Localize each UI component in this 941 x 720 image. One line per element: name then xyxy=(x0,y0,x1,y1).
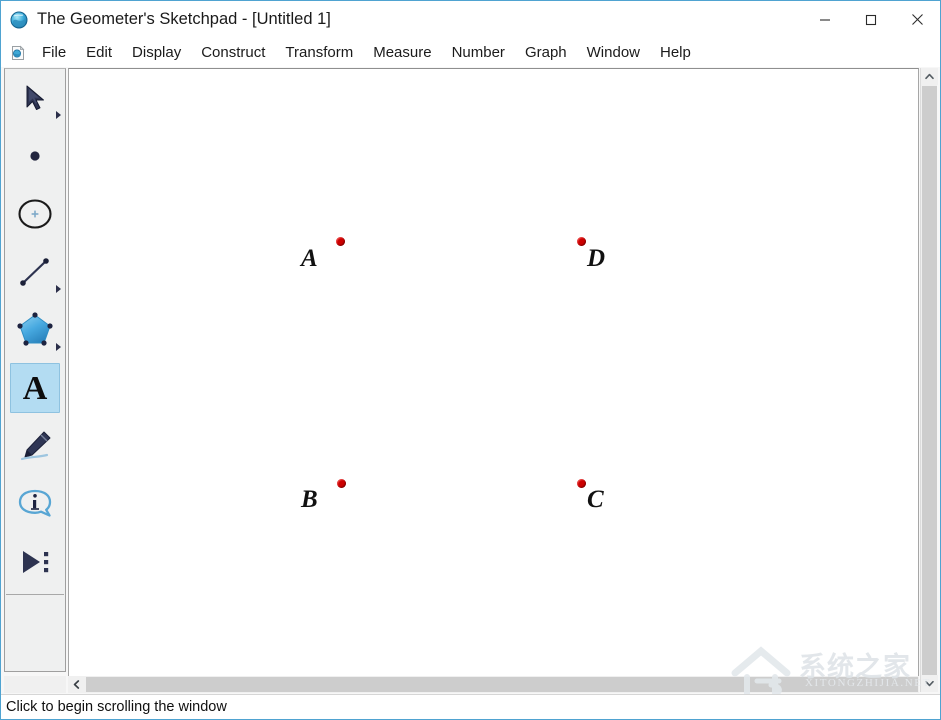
status-bar: Click to begin scrolling the window xyxy=(1,694,940,719)
maximize-button[interactable] xyxy=(848,1,894,38)
svg-text:A: A xyxy=(23,370,48,407)
sketchpad-window: The Geometer's Sketchpad - [Untitled 1] xyxy=(0,0,941,720)
toolbox-divider xyxy=(6,594,64,595)
geometry-point-d[interactable] xyxy=(577,237,586,246)
geometry-label-b[interactable]: B xyxy=(301,487,318,512)
geometry-point-c[interactable] xyxy=(577,479,586,488)
tool-polygon[interactable] xyxy=(5,301,65,359)
geometry-label-a[interactable]: A xyxy=(301,246,318,271)
menu-item-edit[interactable]: Edit xyxy=(76,41,122,65)
tool-information[interactable] xyxy=(5,475,65,533)
scroll-left-button[interactable] xyxy=(68,676,85,693)
horizontal-scroll-thumb[interactable] xyxy=(86,677,918,692)
menu-item-display[interactable]: Display xyxy=(122,41,191,65)
marker-pen-icon xyxy=(15,426,55,466)
tool-text[interactable]: A xyxy=(5,359,65,417)
tool-arrow-select[interactable] xyxy=(5,69,65,127)
menu-item-number[interactable]: Number xyxy=(442,41,515,65)
arrow-cursor-icon xyxy=(18,81,52,115)
close-icon xyxy=(911,13,924,26)
maximize-icon xyxy=(865,14,877,26)
window-title: The Geometer's Sketchpad - [Untitled 1] xyxy=(37,10,331,29)
menu-item-window[interactable]: Window xyxy=(577,41,650,65)
horizontal-scrollbar[interactable] xyxy=(68,676,919,693)
status-message: Click to begin scrolling the window xyxy=(1,699,227,715)
sketchpad-globe-icon xyxy=(10,11,28,29)
sketch-canvas[interactable]: A D B C xyxy=(68,68,919,692)
info-bubble-icon xyxy=(15,484,55,524)
vertical-scrollbar[interactable] xyxy=(920,68,937,692)
chevron-left-icon xyxy=(73,680,80,689)
polygon-tool-flyout-icon[interactable] xyxy=(56,343,61,351)
menu-item-file[interactable]: File xyxy=(32,41,76,65)
menu-bar: File Edit Display Construct Transform Me… xyxy=(1,38,940,67)
tool-marker[interactable] xyxy=(5,417,65,475)
scroll-up-button[interactable] xyxy=(921,68,938,85)
menu-item-list: File Edit Display Construct Transform Me… xyxy=(32,41,701,65)
circle-compass-icon xyxy=(15,194,55,234)
geometry-label-c[interactable]: C xyxy=(587,487,604,512)
geometry-point-b[interactable] xyxy=(337,479,346,488)
menu-item-transform[interactable]: Transform xyxy=(275,41,363,65)
title-bar: The Geometer's Sketchpad - [Untitled 1] xyxy=(1,1,940,38)
tool-compass-circle[interactable] xyxy=(5,185,65,243)
pentagon-icon xyxy=(15,310,55,350)
line-segment-icon xyxy=(16,253,54,291)
document-body: A xyxy=(1,67,940,695)
minimize-icon xyxy=(819,14,831,26)
menu-item-measure[interactable]: Measure xyxy=(363,41,441,65)
arrow-tool-flyout-icon[interactable] xyxy=(56,111,61,119)
close-button[interactable] xyxy=(894,1,940,38)
geometry-point-a[interactable] xyxy=(336,237,345,246)
letter-a-icon: A xyxy=(15,368,55,408)
vertical-scroll-thumb[interactable] xyxy=(922,86,937,675)
document-icon xyxy=(10,45,26,61)
minimize-button[interactable] xyxy=(802,1,848,38)
menu-item-help[interactable]: Help xyxy=(650,41,701,65)
menu-item-construct[interactable]: Construct xyxy=(191,41,275,65)
tool-custom[interactable] xyxy=(5,533,65,591)
chevron-down-icon xyxy=(925,680,934,687)
menu-item-graph[interactable]: Graph xyxy=(515,41,577,65)
scroll-down-button[interactable] xyxy=(921,675,938,692)
straightedge-tool-flyout-icon[interactable] xyxy=(56,285,61,293)
sketch-plane[interactable]: A D B C xyxy=(69,69,918,691)
tool-box: A xyxy=(4,68,66,672)
tool-straightedge[interactable] xyxy=(5,243,65,301)
custom-tools-icon xyxy=(15,542,55,582)
scrollbar-corner xyxy=(4,676,66,693)
tool-point[interactable] xyxy=(5,127,65,185)
chevron-up-icon xyxy=(925,73,934,80)
window-controls xyxy=(802,1,940,38)
point-dot-icon xyxy=(18,139,52,173)
geometry-label-d[interactable]: D xyxy=(587,246,605,271)
